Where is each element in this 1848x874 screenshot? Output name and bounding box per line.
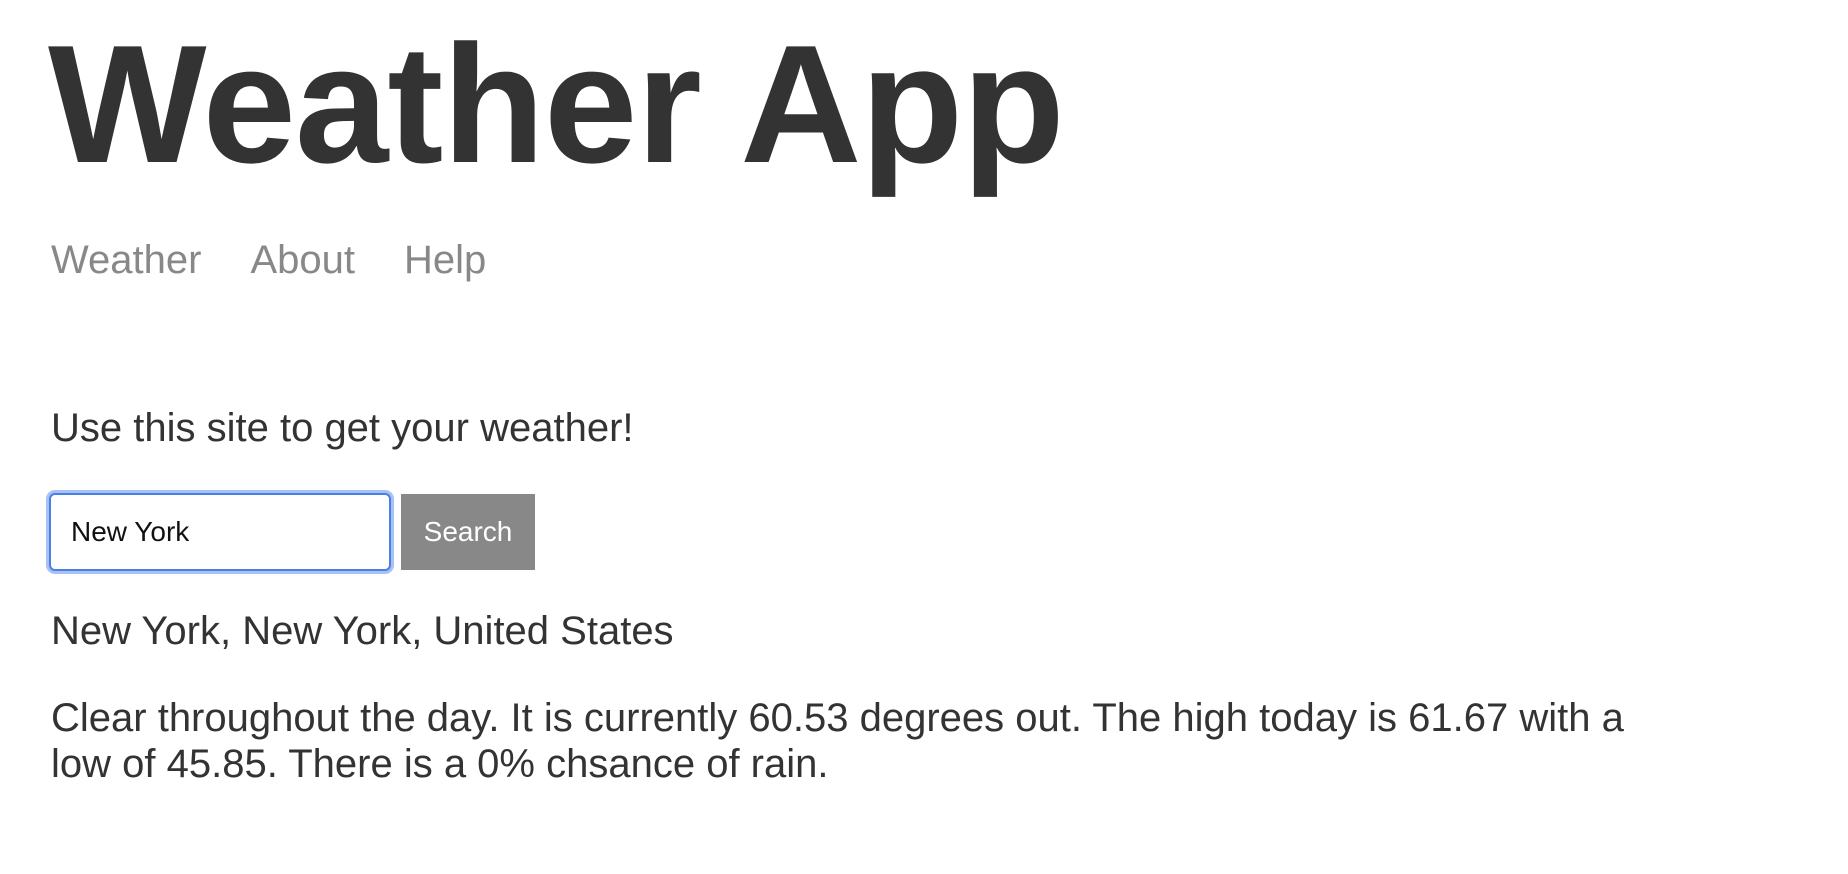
forecast-text: Clear throughout the day. It is currentl… bbox=[51, 696, 1624, 786]
location-result: New York, New York, United States bbox=[51, 609, 674, 653]
nav-link-help[interactable]: Help bbox=[404, 240, 486, 280]
page-title: Weather App bbox=[48, 10, 1065, 198]
nav-link-weather[interactable]: Weather bbox=[51, 240, 201, 280]
nav-link-about[interactable]: About bbox=[250, 240, 355, 280]
page: Weather App Weather About Help Use this … bbox=[0, 0, 1848, 874]
location-search-input[interactable] bbox=[49, 493, 391, 571]
search-button[interactable]: Search bbox=[401, 494, 535, 570]
intro-text: Use this site to get your weather! bbox=[51, 406, 634, 450]
search-form: Search bbox=[49, 493, 535, 571]
main-nav: Weather About Help bbox=[51, 240, 486, 280]
